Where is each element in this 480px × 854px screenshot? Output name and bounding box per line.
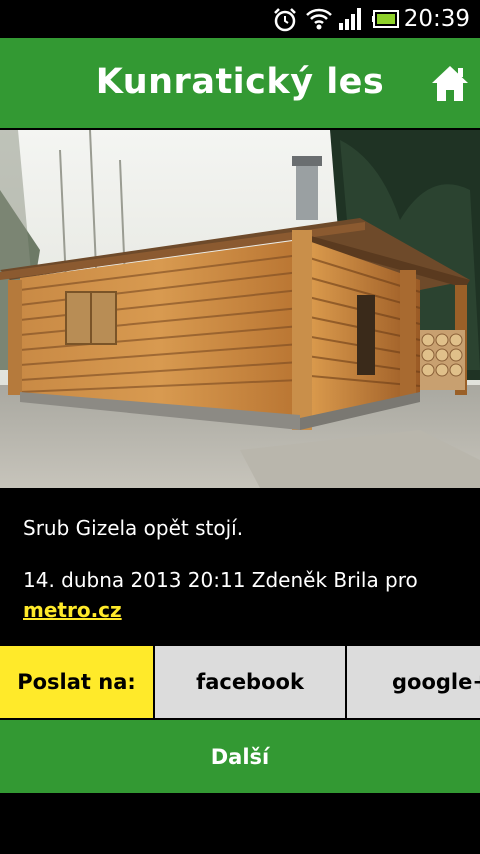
log-cabin-image bbox=[0, 130, 480, 488]
share-googleplus-button[interactable]: google+ bbox=[347, 646, 480, 718]
status-bar: 20:39 bbox=[0, 0, 480, 38]
alarm-icon bbox=[274, 8, 296, 32]
share-label: Poslat na: bbox=[0, 646, 153, 718]
source-link[interactable]: metro.cz bbox=[23, 598, 122, 622]
article-photo bbox=[0, 130, 480, 488]
clock: 20:39 bbox=[403, 6, 470, 32]
article-meta: 14. dubna 2013 20:11 Zdeněk Brila pro bbox=[23, 568, 418, 592]
share-facebook-button[interactable]: facebook bbox=[155, 646, 345, 718]
share-bar: Poslat na: facebook google+ bbox=[0, 646, 480, 718]
signal-icon bbox=[339, 8, 361, 30]
app-header: Kunratický les bbox=[0, 38, 480, 128]
home-icon[interactable] bbox=[430, 63, 470, 103]
article-caption: Srub Gizela opět stojí. bbox=[23, 516, 244, 540]
battery-icon bbox=[372, 10, 399, 28]
next-button[interactable]: Další bbox=[0, 720, 480, 793]
wifi-icon bbox=[306, 8, 332, 30]
article-content: Srub Gizela opět stojí. 14. dubna 2013 2… bbox=[0, 488, 480, 646]
page-title: Kunratický les bbox=[95, 62, 385, 102]
